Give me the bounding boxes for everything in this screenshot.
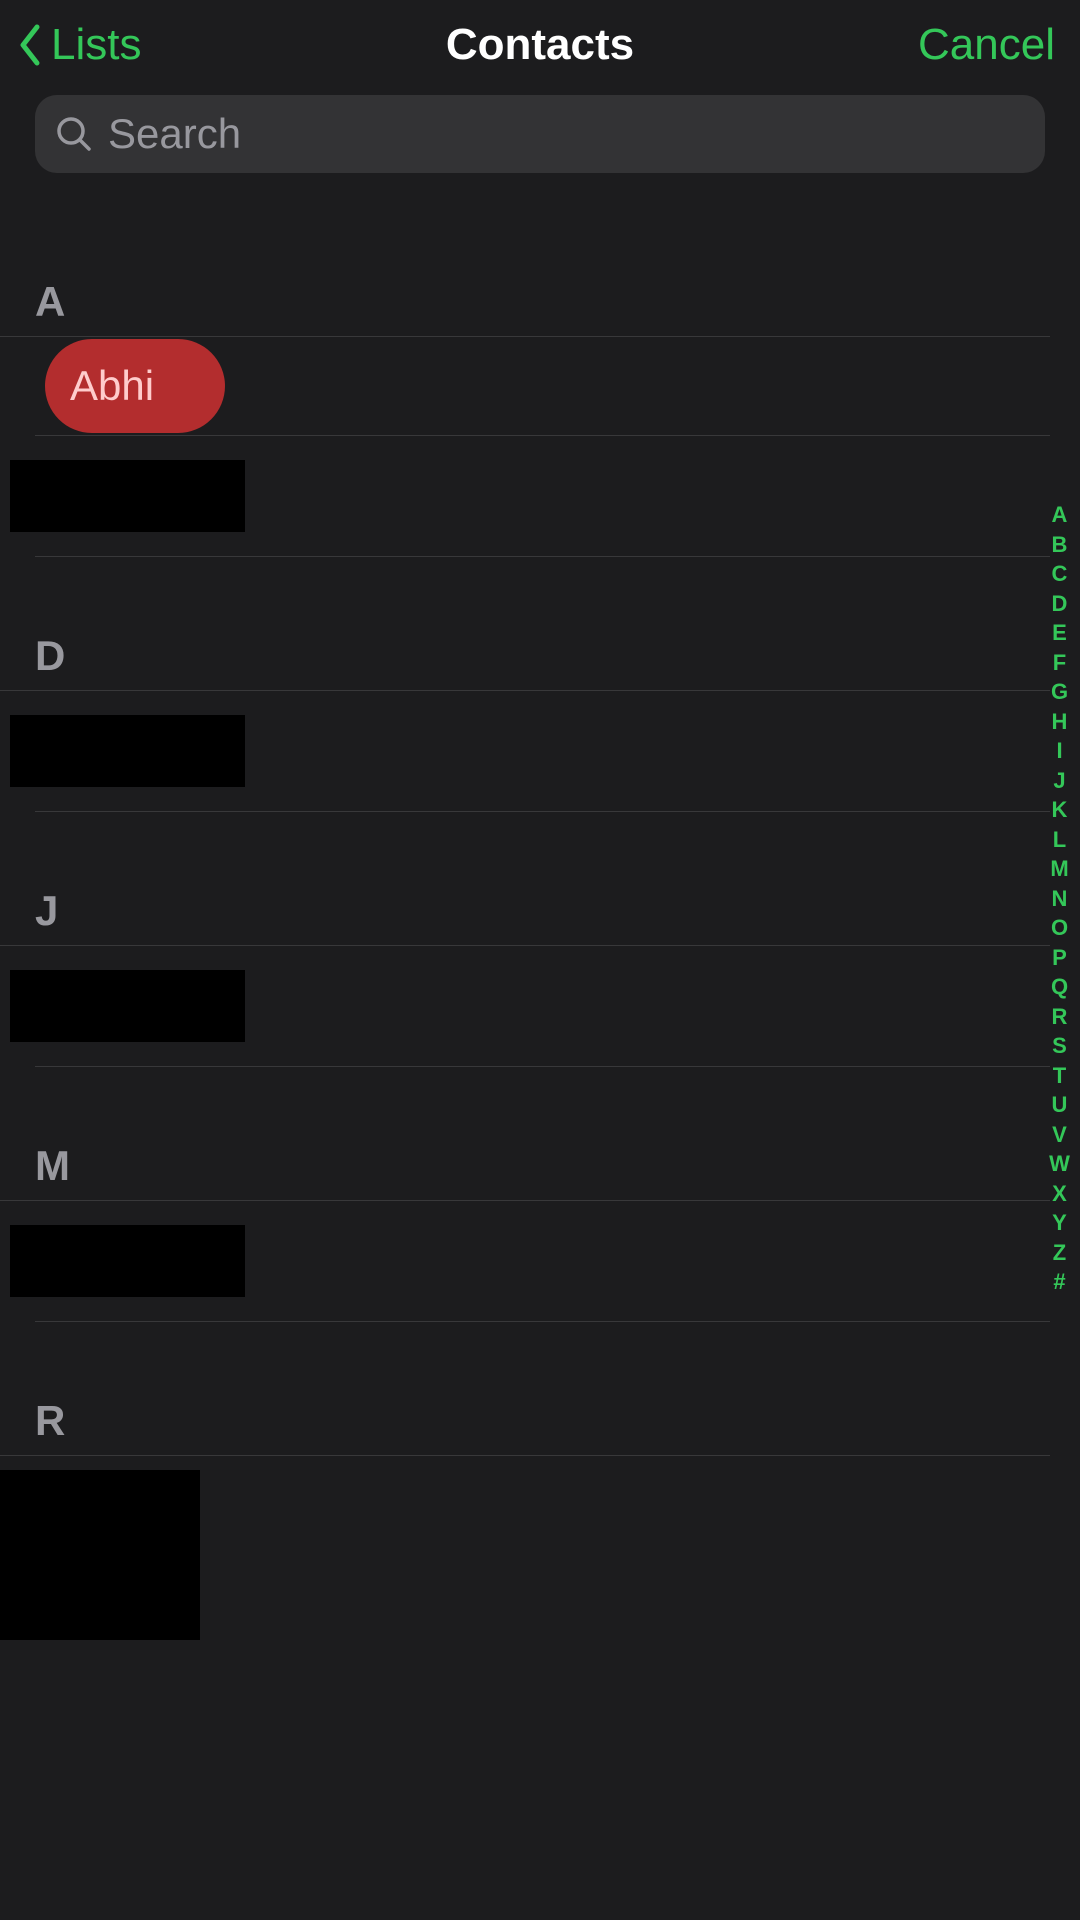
index-letter[interactable]: I [1047,736,1072,766]
index-letter[interactable]: P [1047,943,1072,973]
index-letter[interactable]: B [1047,530,1072,560]
section-header: D [0,617,1050,691]
index-letter[interactable]: O [1047,913,1072,943]
cancel-button[interactable]: Cancel [918,20,1055,70]
index-letter[interactable]: W [1047,1149,1072,1179]
index-letter[interactable]: D [1047,589,1072,619]
index-letter[interactable]: # [1047,1267,1072,1297]
contact-row[interactable] [35,691,1050,812]
alpha-index[interactable]: A B C D E F G H I J K L M N O P Q R S T … [1047,500,1072,1297]
index-letter[interactable]: R [1047,1002,1072,1032]
index-letter[interactable]: Z [1047,1238,1072,1268]
search-container [0,90,1080,193]
back-button[interactable]: Lists [15,20,141,70]
search-bar[interactable] [35,95,1045,173]
contact-row-wrapper: Abhi [35,339,1050,436]
chevron-left-icon [15,21,43,69]
index-letter[interactable]: U [1047,1090,1072,1120]
index-letter[interactable]: H [1047,707,1072,737]
section-m: M [0,1127,1080,1322]
index-letter[interactable]: N [1047,884,1072,914]
index-letter[interactable]: A [1047,500,1072,530]
redacted-content [0,1470,200,1640]
index-letter[interactable]: C [1047,559,1072,589]
section-d: D [0,617,1080,812]
back-label: Lists [51,20,141,70]
index-letter[interactable]: V [1047,1120,1072,1150]
section-header: R [0,1382,1050,1456]
redacted-content [10,460,245,532]
redacted-content [10,715,245,787]
contact-row[interactable]: Abhi [45,339,225,433]
section-header: J [0,872,1050,946]
section-header: A [0,263,1050,337]
contacts-list: A Abhi D J M R [0,193,1080,1640]
index-letter[interactable]: L [1047,825,1072,855]
index-letter[interactable]: Q [1047,972,1072,1002]
contact-row[interactable] [35,946,1050,1067]
index-letter[interactable]: J [1047,766,1072,796]
navigation-bar: Lists Contacts Cancel [0,0,1080,90]
contact-row[interactable] [0,1470,1080,1640]
redacted-content [10,970,245,1042]
section-j: J [0,872,1080,1067]
index-letter[interactable]: E [1047,618,1072,648]
index-letter[interactable]: T [1047,1061,1072,1091]
contact-name: Abhi [70,362,154,410]
index-letter[interactable]: F [1047,648,1072,678]
index-letter[interactable]: G [1047,677,1072,707]
index-letter[interactable]: X [1047,1179,1072,1209]
index-letter[interactable]: S [1047,1031,1072,1061]
section-r: R [0,1382,1080,1640]
page-title: Contacts [446,20,634,70]
index-letter[interactable]: K [1047,795,1072,825]
contact-row[interactable] [35,436,1050,557]
redacted-content [10,1225,245,1297]
section-header: M [0,1127,1050,1201]
index-letter[interactable]: Y [1047,1208,1072,1238]
contact-row[interactable] [35,1201,1050,1322]
search-icon [55,115,93,153]
section-a: A Abhi [0,263,1080,557]
search-input[interactable] [108,110,1025,158]
index-letter[interactable]: M [1047,854,1072,884]
